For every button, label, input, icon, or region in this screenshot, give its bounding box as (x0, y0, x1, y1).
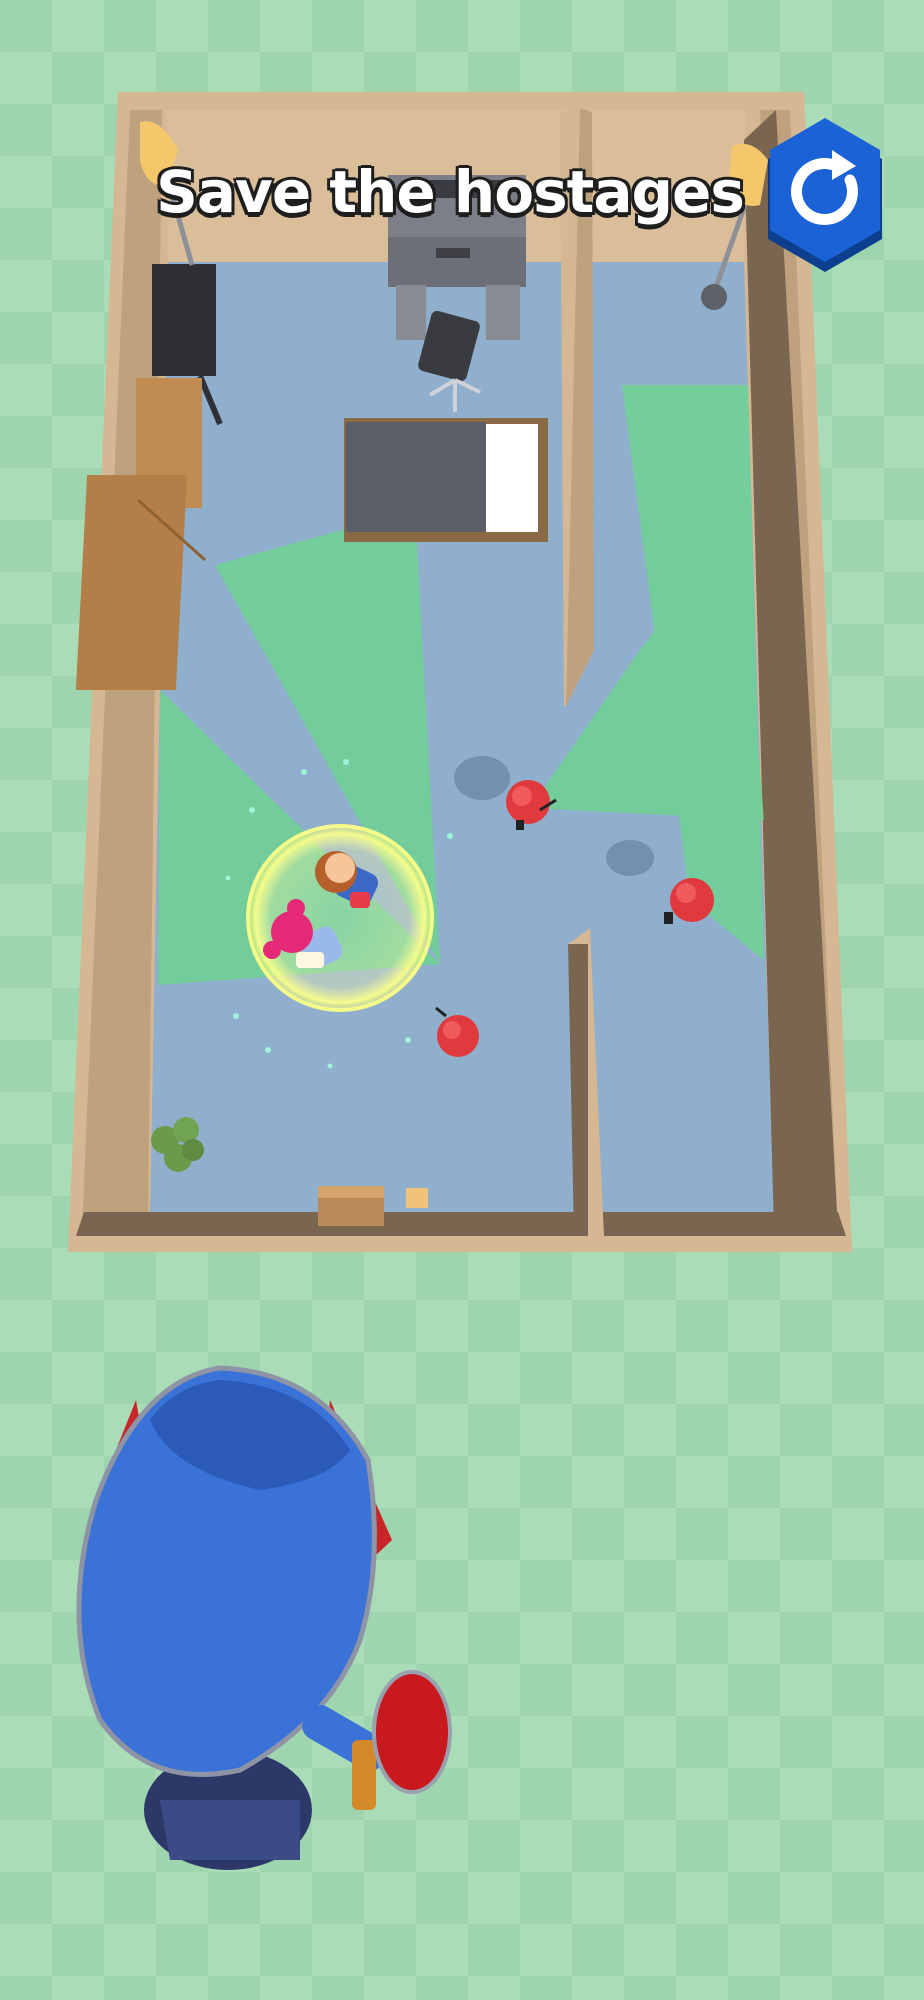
enemy-shadow-2 (606, 840, 654, 876)
lamp-right-base (701, 284, 727, 310)
bottom-wall-face (76, 1212, 846, 1236)
drawer-left (396, 285, 426, 340)
game-scene[interactable] (0, 0, 924, 2000)
bed-pillow (486, 424, 538, 532)
enemy-shadow-1 (454, 756, 510, 800)
wardrobe (75, 475, 188, 690)
small-box (406, 1188, 428, 1208)
player-helmet-stripe (160, 1800, 300, 1860)
player-cuff (352, 1740, 376, 1810)
restart-button[interactable] (762, 114, 888, 284)
keyboard (436, 248, 470, 258)
dark-cabinet (152, 264, 216, 376)
cardboard-box-flap (318, 1186, 384, 1198)
bed-blanket (346, 422, 486, 532)
hostages (246, 824, 434, 1012)
player-glove (372, 1670, 452, 1794)
objective-banner: Save the hostages (156, 158, 745, 226)
drawer-right (486, 285, 520, 340)
